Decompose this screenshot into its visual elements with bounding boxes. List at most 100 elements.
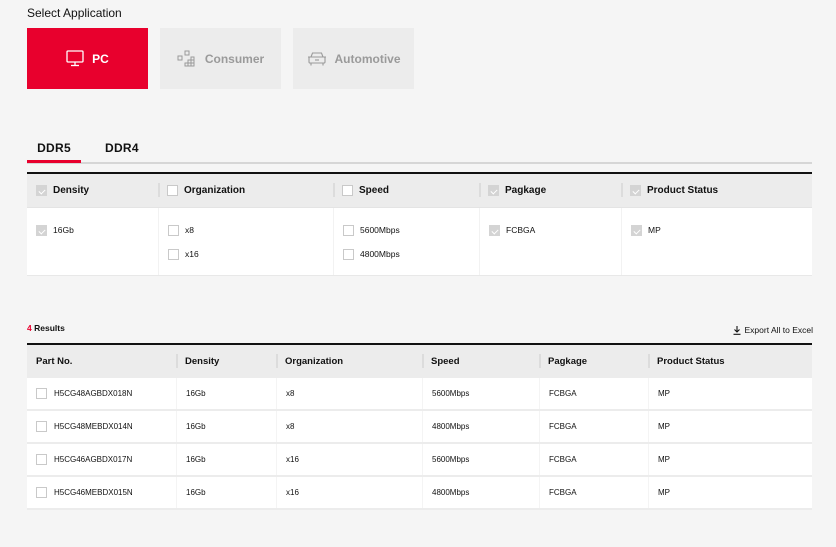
filter-option-5600mbps[interactable]: 5600Mbps [334,224,479,236]
tab-ddr5[interactable]: DDR5 [27,141,81,163]
table-row: H5CG48AGBDX018N 16Gb x8 5600Mbps FCBGA M… [27,378,812,411]
checkbox[interactable] [36,224,47,236]
cell-density: 16Gb [176,477,276,508]
cell-product-status: MP [648,411,812,442]
filter-organization-all-checkbox[interactable] [167,185,178,196]
cell-part-no: H5CG46MEBDX015N [27,477,176,508]
filter-option-label: MP [648,225,661,235]
cell-part-no: H5CG48MEBDX014N [27,411,176,442]
filter-option-x8[interactable]: x8 [159,224,333,236]
filter-option-label: x16 [185,249,199,259]
filter-status-all-checkbox[interactable] [630,185,641,196]
filter-panel: Density Organization Speed Pagkage Produ… [27,172,812,276]
filter-option-label: 5600Mbps [360,225,400,235]
tab-ddr4[interactable]: DDR4 [105,141,139,160]
cell-package: FCBGA [539,411,648,442]
consumer-blocks-icon [177,50,195,66]
column-header-product-status[interactable]: Product Status [648,345,812,378]
column-header-part-no[interactable]: Part No. [27,345,176,378]
row-select-checkbox[interactable] [36,388,47,399]
cell-speed: 5600Mbps [422,444,539,475]
filter-header-speed[interactable]: Speed [333,174,479,207]
export-excel-label: Export All to Excel [744,325,813,335]
filter-options-row: 16Gb x8 x16 5600Mbps 4800Mbps FCBGA MP [27,208,812,276]
filter-options-package: FCBGA [479,208,621,275]
filter-header-label: Speed [359,185,390,196]
application-automotive-label: Automotive [334,51,401,66]
part-number: H5CG48AGBDX018N [54,389,133,398]
car-icon [307,51,326,65]
cell-product-status: MP [648,378,812,409]
monitor-icon [66,50,84,67]
cell-speed: 4800Mbps [422,477,539,508]
row-select-checkbox[interactable] [36,487,47,498]
checkbox[interactable] [168,224,179,236]
cell-product-status: MP [648,477,812,508]
cell-organization: x8 [276,411,422,442]
filter-option-label: FCBGA [506,225,536,235]
filter-header-density[interactable]: Density [27,174,158,207]
column-header-density[interactable]: Density [176,345,276,378]
export-excel-button[interactable]: Export All to Excel [733,325,813,335]
filter-header-label: Product Status [647,185,719,196]
cell-product-status: MP [648,444,812,475]
column-header-package[interactable]: Pagkage [539,345,648,378]
cell-density: 16Gb [176,411,276,442]
application-pc-label: PC [92,51,109,66]
cell-package: FCBGA [539,378,648,409]
cell-part-no: H5CG46AGBDX017N [27,444,176,475]
cell-part-no: H5CG48AGBDX018N [27,378,176,409]
results-header-row: Part No. Density Organization Speed Pagk… [27,345,812,378]
checkbox[interactable] [489,224,500,236]
cell-speed: 4800Mbps [422,411,539,442]
filter-header-product-status[interactable]: Product Status [621,174,812,207]
row-select-checkbox[interactable] [36,421,47,432]
select-application-label: Select Application [27,6,122,20]
cell-package: FCBGA [539,444,648,475]
filter-options-speed: 5600Mbps 4800Mbps [333,208,479,275]
part-number: H5CG48MEBDX014N [54,422,133,431]
filter-header-organization[interactable]: Organization [158,174,333,207]
filter-option-16gb[interactable]: 16Gb [27,224,158,236]
cell-package: FCBGA [539,477,648,508]
results-table: Part No. Density Organization Speed Pagk… [27,343,812,510]
filter-option-4800mbps[interactable]: 4800Mbps [334,248,479,260]
filter-option-fcbga[interactable]: FCBGA [480,224,621,236]
filter-option-label: 4800Mbps [360,249,400,259]
download-icon [733,325,741,335]
filter-option-mp[interactable]: MP [622,224,812,236]
filter-speed-all-checkbox[interactable] [342,185,353,196]
filter-header-label: Density [53,185,90,196]
memory-type-tabs: DDR5 DDR4 [27,141,812,164]
checkbox[interactable] [168,248,179,260]
checkbox[interactable] [343,248,354,260]
filter-options-product-status: MP [621,208,812,275]
results-count: 4 Results [27,323,65,333]
application-consumer-label: Consumer [204,51,265,66]
cell-density: 16Gb [176,378,276,409]
application-automotive-button[interactable]: Automotive [293,28,414,89]
cell-organization: x8 [276,378,422,409]
checkbox[interactable] [343,224,354,236]
results-count-suffix: Results [31,323,65,333]
part-number: H5CG46MEBDX015N [54,488,133,497]
row-select-checkbox[interactable] [36,454,47,465]
application-pc-button[interactable]: PC [27,28,148,89]
filter-option-label: x8 [185,225,194,235]
filter-package-all-checkbox[interactable] [488,185,499,196]
cell-speed: 5600Mbps [422,378,539,409]
part-number: H5CG46AGBDX017N [54,455,133,464]
cell-organization: x16 [276,477,422,508]
filter-density-all-checkbox[interactable] [36,185,47,196]
filter-header-package[interactable]: Pagkage [479,174,621,207]
column-header-speed[interactable]: Speed [422,345,539,378]
filter-options-organization: x8 x16 [158,208,333,275]
table-row: H5CG48MEBDX014N 16Gb x8 4800Mbps FCBGA M… [27,411,812,444]
filter-option-label: 16Gb [53,225,74,235]
table-row: H5CG46MEBDX015N 16Gb x16 4800Mbps FCBGA … [27,477,812,510]
column-header-organization[interactable]: Organization [276,345,422,378]
filter-option-x16[interactable]: x16 [159,248,333,260]
application-consumer-button[interactable]: Consumer [160,28,281,89]
checkbox[interactable] [631,224,642,236]
cell-density: 16Gb [176,444,276,475]
